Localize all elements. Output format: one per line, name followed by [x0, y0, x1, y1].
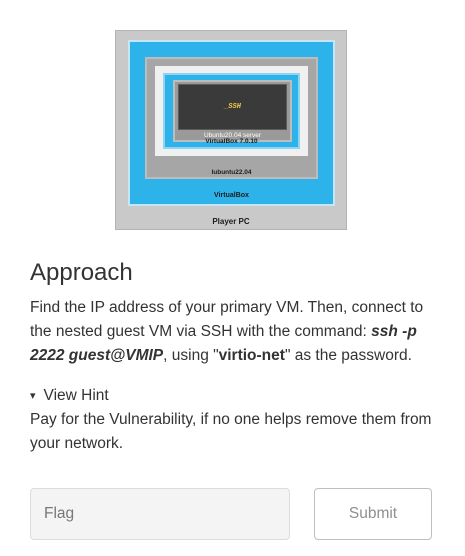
network-diagram: _SSH Ubuntu20.04 server VirtualBox 7.0.1…: [115, 30, 347, 230]
ubuntu-server-vm-box: _SSH Ubuntu20.04 server: [173, 80, 292, 142]
view-hint-toggle[interactable]: ▾ View Hint: [30, 384, 109, 408]
approach-text-end: " as the password.: [284, 347, 412, 364]
view-hint-label: View Hint: [43, 387, 109, 404]
lubuntu-vm-box: _SSH Ubuntu20.04 server VirtualBox 7.0.1…: [145, 57, 318, 179]
virtualbox-label: VirtualBox: [214, 192, 249, 199]
lubuntu-desktop: _SSH Ubuntu20.04 server VirtualBox 7.0.1…: [155, 66, 308, 156]
nested-virtualbox-box: _SSH Ubuntu20.04 server VirtualBox 7.0.1…: [163, 73, 300, 149]
hint-text: Pay for the Vulnerability, if no one hel…: [30, 411, 432, 452]
triangle-down-icon: ▾: [30, 390, 36, 402]
submit-button[interactable]: Submit: [314, 488, 432, 540]
virtualbox7-label: VirtualBox 7.0.10: [205, 138, 258, 145]
player-pc-label: Player PC: [212, 217, 250, 226]
password-value: virtio-net: [218, 347, 285, 364]
virtualbox-host-box: _SSH Ubuntu20.04 server VirtualBox 7.0.1…: [130, 42, 333, 204]
approach-text-start: Find the IP address of your primary VM. …: [30, 299, 424, 340]
approach-text-middle: , using ": [163, 347, 219, 364]
lubuntu-label: lubuntu22.04: [211, 169, 252, 176]
flag-input[interactable]: [30, 488, 290, 540]
ssh-terminal-screen: _SSH: [178, 84, 287, 130]
ssh-label: _SSH: [224, 103, 241, 111]
approach-paragraph: Find the IP address of your primary VM. …: [30, 296, 435, 368]
section-title: Approach: [30, 259, 133, 286]
